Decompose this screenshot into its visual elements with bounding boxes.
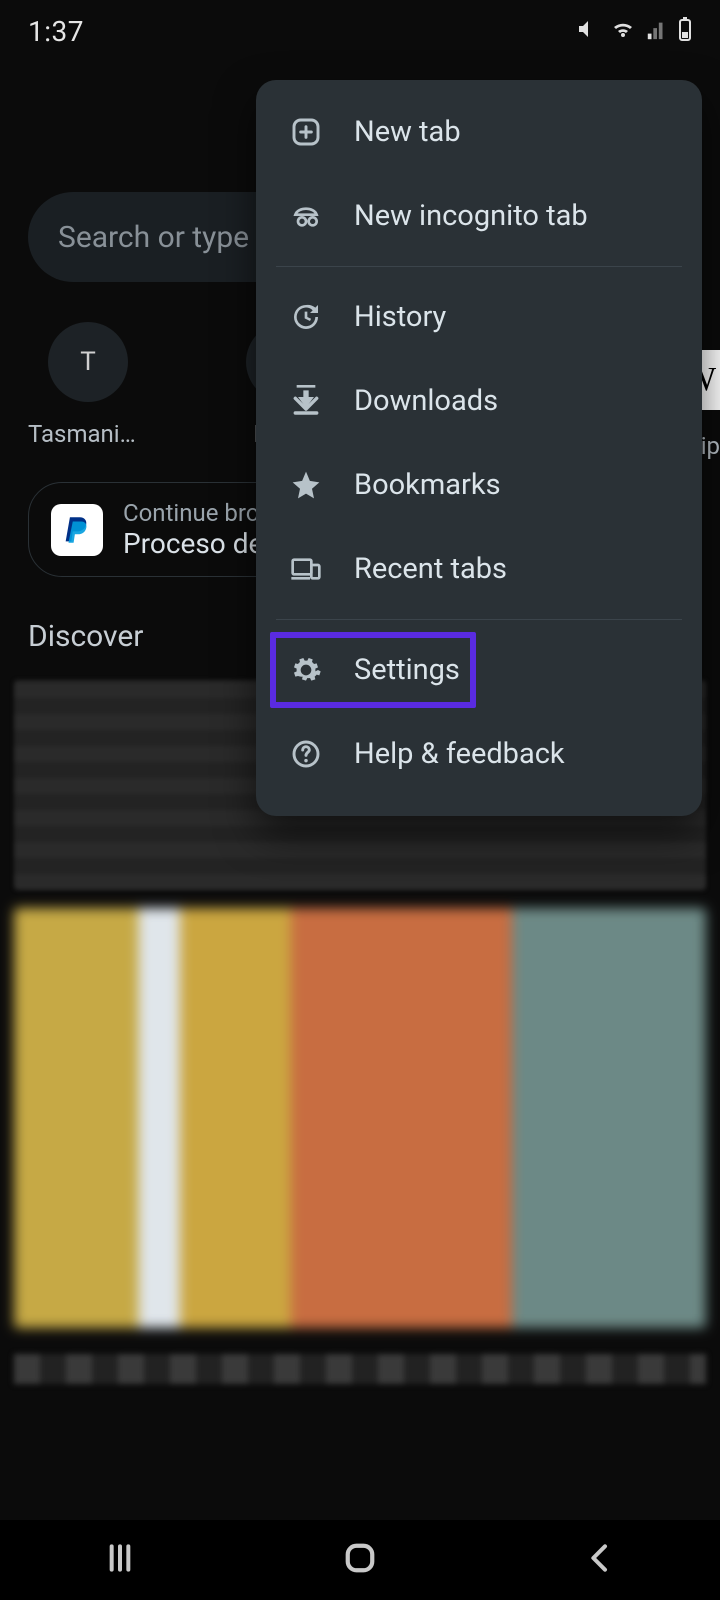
menu-downloads[interactable]: Downloads	[256, 359, 702, 443]
plus-box-icon	[286, 112, 326, 152]
mute-icon	[576, 15, 600, 48]
continue-title: Proceso de	[123, 527, 278, 560]
menu-separator	[276, 266, 682, 267]
menu-label: New tab	[354, 115, 461, 149]
menu-help-feedback[interactable]: Help & feedback	[256, 712, 702, 796]
back-button[interactable]	[580, 1538, 620, 1582]
home-button[interactable]	[339, 1537, 381, 1583]
download-icon	[286, 381, 326, 421]
menu-label: History	[354, 300, 446, 334]
shortcut-initial: T	[80, 347, 96, 377]
menu-incognito-tab[interactable]: New incognito tab	[256, 174, 702, 258]
menu-bookmarks[interactable]: Bookmarks	[256, 443, 702, 527]
menu-label: Help & feedback	[354, 737, 565, 771]
signal-icon	[646, 15, 668, 48]
menu-label: Downloads	[354, 384, 498, 418]
menu-separator	[276, 619, 682, 620]
continue-subtitle: Continue brow	[123, 499, 278, 527]
gear-icon	[286, 650, 326, 690]
menu-new-tab[interactable]: New tab	[256, 90, 702, 174]
wifi-icon	[610, 15, 636, 48]
devices-icon	[286, 549, 326, 589]
status-time: 1:37	[28, 15, 84, 48]
discover-strip-censored	[14, 1354, 706, 1384]
menu-history[interactable]: History	[256, 275, 702, 359]
shortcut-item[interactable]: T Tasmania…	[28, 322, 148, 448]
menu-label: Recent tabs	[354, 552, 507, 586]
search-placeholder: Search or type	[58, 220, 249, 255]
battery-icon	[678, 15, 692, 48]
menu-settings[interactable]: Settings	[256, 628, 702, 712]
menu-recent-tabs[interactable]: Recent tabs	[256, 527, 702, 611]
overflow-menu: New tab New incognito tab History Downlo…	[256, 80, 702, 816]
shortcut-peek-label: ip	[701, 432, 720, 460]
menu-label: Settings	[354, 653, 460, 687]
menu-label: New incognito tab	[354, 199, 588, 233]
star-icon	[286, 465, 326, 505]
discover-image-censored[interactable]	[14, 908, 706, 1328]
shortcut-label: Tasmania…	[28, 420, 148, 448]
status-bar: 1:37	[0, 0, 720, 62]
status-icons	[576, 15, 692, 48]
system-navbar	[0, 1520, 720, 1600]
menu-label: Bookmarks	[354, 468, 501, 502]
help-icon	[286, 734, 326, 774]
recents-button[interactable]	[100, 1538, 140, 1582]
shortcut-icon: T	[48, 322, 128, 402]
incognito-icon	[286, 196, 326, 236]
paypal-icon	[51, 504, 103, 556]
history-icon	[286, 297, 326, 337]
